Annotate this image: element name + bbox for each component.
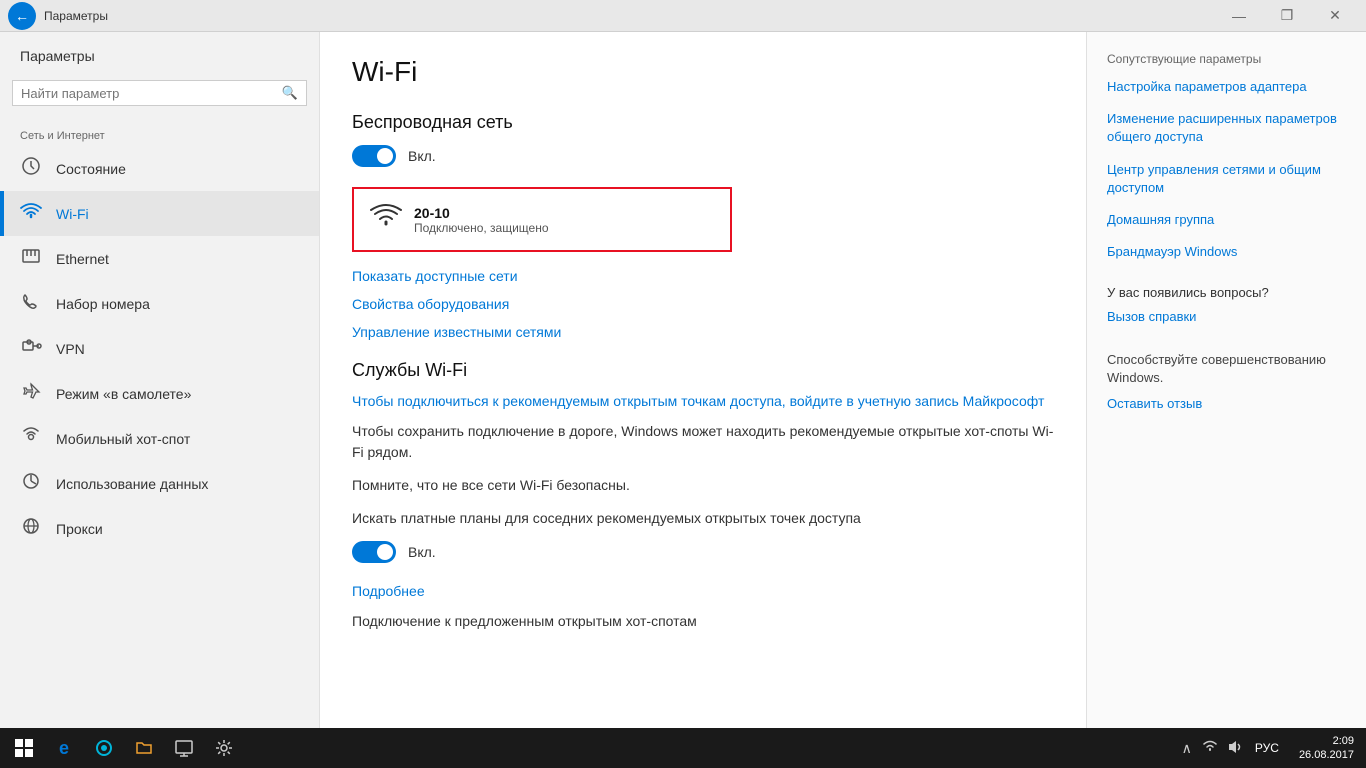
sidebar-item-ethernet[interactable]: Ethernet — [0, 236, 319, 281]
help-link[interactable]: Вызов справки — [1107, 308, 1346, 326]
tray-language-indicator[interactable]: РУС — [1251, 741, 1283, 755]
hotspot-icon — [20, 426, 42, 451]
improve-title: Способствуйте совершенствованию Windows. — [1107, 351, 1346, 387]
sidebar-item-status[interactable]: Состояние — [0, 146, 319, 191]
tray-volume-icon[interactable] — [1225, 740, 1247, 757]
clock-date: 26.08.2017 — [1299, 748, 1354, 762]
taskbar-clock[interactable]: 2:09 26.08.2017 — [1291, 734, 1362, 763]
homegroup-link[interactable]: Домашняя группа — [1107, 211, 1346, 229]
sidebar-item-airplane[interactable]: Режим «в самолете» — [0, 371, 319, 416]
search-icon: 🔍 — [282, 85, 298, 101]
questions-title: У вас появились вопросы? — [1107, 285, 1346, 300]
questions-section: У вас появились вопросы? Вызов справки — [1107, 285, 1346, 326]
titlebar: ← Параметры — ❐ ✕ — [0, 0, 1366, 32]
sidebar-item-dialup-label: Набор номера — [56, 296, 150, 312]
right-panel: Сопутствующие параметры Настройка параме… — [1086, 32, 1366, 728]
maximize-icon: ❐ — [1281, 7, 1294, 24]
sidebar-item-wifi-label: Wi-Fi — [56, 206, 89, 222]
taskbar-app2-button[interactable] — [84, 728, 124, 768]
wifi-body-text1: Чтобы сохранить подключение в дороге, Wi… — [352, 421, 1054, 463]
tray-chevron-icon[interactable]: ∧ — [1179, 740, 1195, 757]
sidebar-item-data-label: Использование данных — [56, 476, 208, 492]
wifi-services-title: Службы Wi-Fi — [352, 360, 1054, 381]
adapter-settings-link[interactable]: Настройка параметров адаптера — [1107, 78, 1346, 96]
network-info: 20-10 Подключено, защищено — [414, 205, 549, 235]
close-icon: ✕ — [1329, 7, 1341, 24]
app-title: Параметры — [20, 48, 95, 64]
wireless-toggle[interactable] — [352, 145, 396, 167]
wireless-toggle-label: Вкл. — [408, 148, 436, 164]
wifi-body-text4: Подключение к предложенным открытым хот-… — [352, 611, 1054, 632]
sidebar-item-proxy-label: Прокси — [56, 521, 103, 537]
wifi-icon — [20, 201, 42, 226]
maximize-button[interactable]: ❐ — [1264, 0, 1310, 32]
improve-section: Способствуйте совершенствованию Windows.… — [1107, 351, 1346, 414]
app-header: Параметры — [0, 32, 319, 72]
taskbar-tray: ∧ РУС — [1171, 740, 1291, 757]
vpn-icon — [20, 336, 42, 361]
sidebar-item-dialup[interactable]: Набор номера — [0, 281, 319, 326]
taskbar-settings-button[interactable] — [204, 728, 244, 768]
sidebar-item-ethernet-label: Ethernet — [56, 251, 109, 267]
sidebar-item-proxy[interactable]: Прокси — [0, 506, 319, 551]
sidebar-item-data[interactable]: Использование данных — [0, 461, 319, 506]
airplane-icon — [20, 381, 42, 406]
back-icon: ← — [15, 8, 29, 24]
paid-plans-toggle[interactable] — [352, 541, 396, 563]
paid-plans-toggle-label: Вкл. — [408, 544, 436, 560]
paid-plans-toggle-row: Вкл. — [352, 541, 1054, 563]
wifi-body-text3: Искать платные планы для соседних рекоме… — [352, 508, 1054, 529]
sidebar-item-hotspot[interactable]: Мобильный хот-спот — [0, 416, 319, 461]
sidebar-item-hotspot-label: Мобильный хот-спот — [56, 431, 190, 447]
main-content: Wi-Fi Беспроводная сеть Вкл. 20-10 Подкл… — [320, 32, 1086, 728]
search-input[interactable] — [21, 86, 282, 101]
sidebar-item-vpn-label: VPN — [56, 341, 85, 357]
sharing-settings-link[interactable]: Изменение расширенных параметров общего … — [1107, 110, 1346, 146]
network-wifi-icon — [370, 201, 402, 238]
minimize-button[interactable]: — — [1216, 0, 1262, 32]
close-button[interactable]: ✕ — [1312, 0, 1358, 32]
network-card[interactable]: 20-10 Подключено, защищено — [352, 187, 732, 252]
sidebar-item-wifi[interactable]: Wi-Fi — [0, 191, 319, 236]
network-status: Подключено, защищено — [414, 221, 549, 235]
sidebar-section-label: Сеть и Интернет — [0, 122, 319, 146]
taskbar-edge-button[interactable]: e — [44, 728, 84, 768]
search-box[interactable]: 🔍 — [12, 80, 307, 106]
taskbar-files-button[interactable] — [124, 728, 164, 768]
related-settings-title: Сопутствующие параметры — [1107, 52, 1346, 66]
feedback-link[interactable]: Оставить отзыв — [1107, 395, 1346, 413]
manage-networks-link[interactable]: Управление известными сетями — [352, 324, 1054, 340]
clock-time: 2:09 — [1299, 734, 1354, 748]
dialup-icon — [20, 291, 42, 316]
tray-network-icon[interactable] — [1199, 740, 1221, 757]
wireless-toggle-row: Вкл. — [352, 145, 1054, 167]
wifi-body-text2: Помните, что не все сети Wi-Fi безопасны… — [352, 475, 1054, 496]
sidebar-item-status-label: Состояние — [56, 161, 126, 177]
details-link[interactable]: Подробнее — [352, 583, 1054, 599]
window-controls: — ❐ ✕ — [1216, 0, 1358, 32]
page-title: Wi-Fi — [352, 56, 1054, 88]
sidebar-item-airplane-label: Режим «в самолете» — [56, 386, 191, 402]
hardware-props-link[interactable]: Свойства оборудования — [352, 296, 1054, 312]
firewall-link[interactable]: Брандмауэр Windows — [1107, 243, 1346, 261]
sidebar: Параметры 🔍 Сеть и Интернет Состояние Wi… — [0, 32, 320, 728]
wifi-services-link[interactable]: Чтобы подключиться к рекомендуемым откры… — [352, 393, 1054, 409]
status-icon — [20, 156, 42, 181]
ethernet-icon — [20, 246, 42, 271]
main-area: Параметры 🔍 Сеть и Интернет Состояние Wi… — [0, 32, 1366, 728]
proxy-icon — [20, 516, 42, 541]
start-button[interactable] — [4, 728, 44, 768]
back-button[interactable]: ← — [8, 2, 36, 30]
taskbar-monitor-button[interactable] — [164, 728, 204, 768]
network-name: 20-10 — [414, 205, 549, 221]
window-title: Параметры — [44, 9, 1216, 23]
show-networks-link[interactable]: Показать доступные сети — [352, 268, 1054, 284]
taskbar: e ∧ РУС 2:09 26.08.2017 — [0, 728, 1366, 768]
sidebar-item-vpn[interactable]: VPN — [0, 326, 319, 371]
wireless-section-title: Беспроводная сеть — [352, 112, 1054, 133]
minimize-icon: — — [1232, 8, 1246, 24]
data-usage-icon — [20, 471, 42, 496]
network-center-link[interactable]: Центр управления сетями и общим доступом — [1107, 161, 1346, 197]
